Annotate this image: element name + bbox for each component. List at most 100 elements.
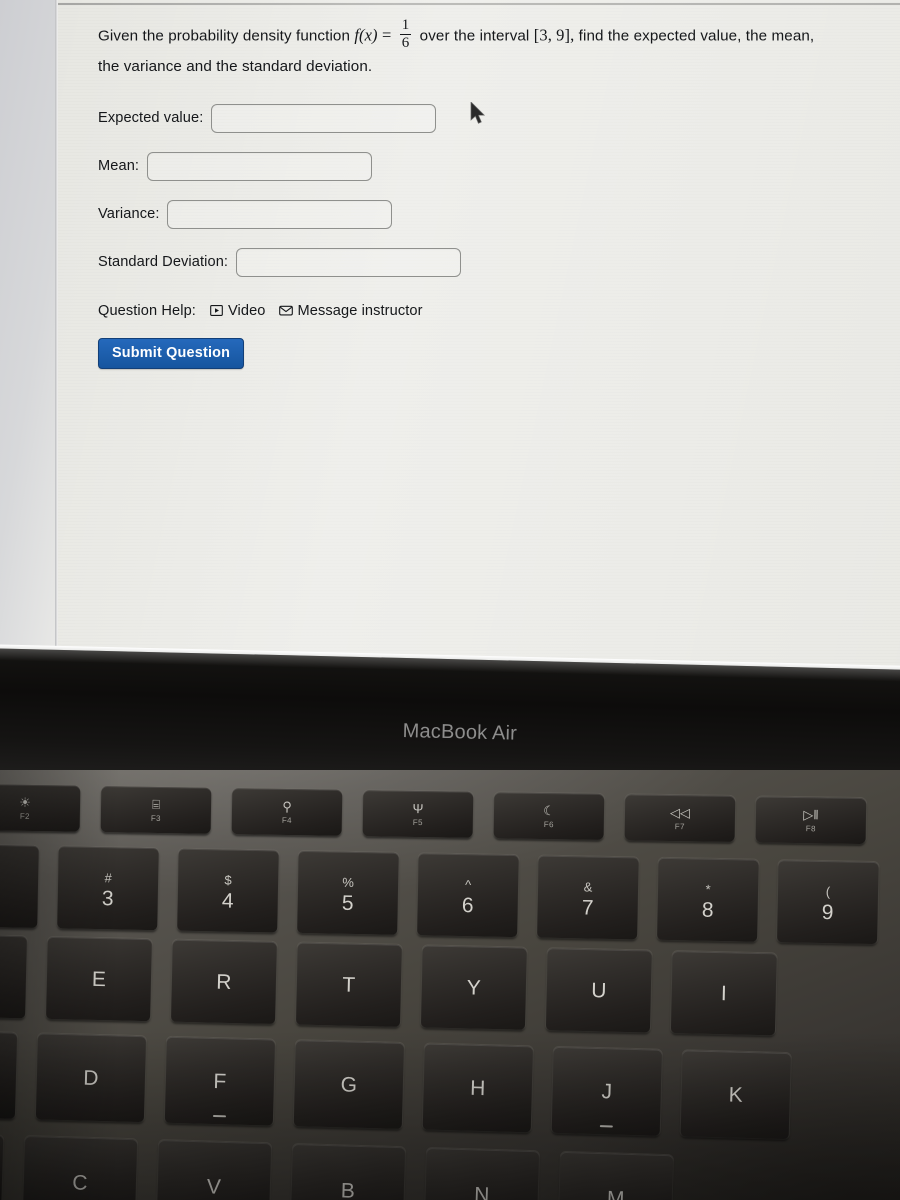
key-shift-glyph: (: [825, 884, 831, 900]
key-fn-label: F2: [19, 811, 30, 821]
do-not-disturb-moon-icon: ☾: [543, 802, 555, 818]
key-main-glyph: 7: [581, 896, 594, 920]
play-pause-icon: ▷‖: [803, 806, 819, 822]
key-s[interactable]: S: [0, 1030, 18, 1119]
laptop-screen: Given the probability density function f…: [0, 0, 900, 672]
key-f4[interactable]: ⚲ F4: [231, 788, 343, 836]
key-main-glyph: 6: [461, 894, 474, 918]
expected-value-label: Expected value:: [98, 110, 204, 127]
key-main-glyph: C: [71, 1170, 88, 1195]
key-main-glyph: H: [469, 1076, 486, 1100]
rewind-icon: ◁◁: [669, 804, 691, 820]
key-8[interactable]: * 8: [657, 857, 759, 942]
question-help-label: Question Help:: [98, 302, 196, 319]
key-main-glyph: J: [601, 1079, 613, 1103]
key-f8[interactable]: ▷‖ F8: [755, 796, 867, 845]
key-x[interactable]: X: [0, 1132, 4, 1200]
dictation-microphone-icon: Ψ: [412, 800, 424, 816]
key-4[interactable]: $4: [177, 848, 279, 933]
key-6[interactable]: ^ 6: [417, 853, 519, 938]
key-fn-label: F7: [674, 821, 685, 831]
key-n[interactable]: N: [424, 1147, 540, 1200]
key-i[interactable]: I: [670, 951, 777, 1036]
key-fn-label: F5: [412, 817, 423, 827]
keyboard-deck: ☀F2⌸F3⚲F4ΨF5☾F6◁◁F7▷‖F8 @2#3$4%5^6&7*8(9…: [0, 770, 900, 1200]
question-text-part-2: over the interval: [419, 27, 530, 45]
key-main-glyph: T: [342, 973, 356, 997]
video-link-label: Video: [227, 302, 266, 319]
keyboard-qwerty-row: WERTYUI: [0, 934, 777, 1036]
laptop-photo: Given the probability density function f…: [0, 0, 900, 1200]
key-u[interactable]: U: [545, 948, 652, 1033]
key-r[interactable]: R: [171, 939, 277, 1025]
key-7[interactable]: & 7: [537, 855, 639, 940]
key-9[interactable]: (9: [777, 860, 879, 945]
field-row-mean: Mean:: [98, 151, 893, 181]
macbook-air-brand-label: MacBook Air: [402, 719, 518, 745]
play-button-icon: [210, 304, 223, 317]
brightness-up-icon: ☀: [19, 794, 32, 810]
message-instructor-link[interactable]: Message instructor: [278, 303, 423, 319]
spotlight-search-icon: ⚲: [282, 798, 292, 814]
key-t[interactable]: T: [295, 942, 402, 1027]
key-fn-label: F4: [281, 815, 292, 825]
key-y[interactable]: Y: [420, 945, 527, 1030]
key-f3[interactable]: ⌸ F3: [100, 786, 212, 834]
keyboard-function-row: ☀ F2 ⌸ F3 ⚲ F4 Ψ F5 ☾ F6 ◁◁ F7 ▷‖ F8: [0, 784, 867, 845]
key-e[interactable]: E: [46, 936, 152, 1022]
key-j[interactable]: J: [551, 1046, 662, 1136]
key-main-glyph: 8: [701, 898, 714, 922]
key-main-glyph: U: [590, 978, 607, 1003]
key-d[interactable]: D: [35, 1033, 147, 1123]
key-fn-label: F8: [805, 823, 816, 833]
question-text-part-1: Given the probability density function: [98, 27, 351, 45]
standard-deviation-input[interactable]: [236, 247, 462, 277]
key-f6[interactable]: ☾ F6: [493, 792, 605, 840]
video-help-link[interactable]: Video: [210, 303, 266, 319]
expected-value-input[interactable]: [211, 103, 437, 133]
key-main-glyph: 4: [221, 889, 234, 913]
webpage-content-area: Given the probability density function f…: [58, 0, 900, 666]
key-homing-bar: [599, 1124, 613, 1128]
key-c[interactable]: C: [22, 1135, 138, 1200]
key-main-glyph: M: [606, 1186, 625, 1200]
submit-question-button[interactable]: Submit Question: [98, 337, 245, 369]
key-shift-glyph: %: [342, 874, 355, 890]
key-shift-glyph: *: [705, 881, 711, 897]
mean-input[interactable]: [147, 151, 373, 181]
submit-row: Submit Question: [98, 319, 893, 369]
key-f5[interactable]: Ψ F5: [362, 790, 474, 838]
envelope-icon: [278, 304, 293, 317]
question-block: Given the probability density function f…: [98, 17, 893, 369]
key-fn-label: F6: [543, 819, 554, 829]
key-f[interactable]: F: [164, 1036, 276, 1126]
key-k[interactable]: K: [680, 1050, 791, 1140]
key-main-glyph: E: [91, 967, 107, 991]
key-3[interactable]: #3: [57, 846, 159, 931]
key-main-glyph: R: [216, 970, 232, 994]
key-g[interactable]: G: [293, 1040, 404, 1129]
key-shift-glyph: &: [583, 879, 593, 895]
key-5[interactable]: % 5: [297, 850, 399, 935]
key-m[interactable]: M: [558, 1151, 673, 1200]
field-row-expected-value: Expected value:: [98, 103, 893, 133]
key-main-glyph: K: [728, 1082, 744, 1107]
key-f7[interactable]: ◁◁ F7: [624, 794, 736, 843]
key-h[interactable]: H: [422, 1043, 533, 1133]
function-notation: f(x): [354, 25, 378, 45]
key-w[interactable]: W: [0, 934, 27, 1019]
key-main-glyph: 9: [821, 900, 834, 925]
key-main-glyph: F: [213, 1069, 227, 1093]
key-2[interactable]: @2: [0, 844, 39, 928]
key-b[interactable]: B: [290, 1143, 406, 1200]
key-v[interactable]: V: [156, 1139, 272, 1200]
field-row-standard-deviation: Standard Deviation:: [98, 247, 893, 277]
key-main-glyph: I: [720, 981, 727, 1005]
variance-label: Variance:: [98, 206, 160, 223]
key-fn-label: F3: [150, 813, 161, 823]
key-f2[interactable]: ☀ F2: [0, 784, 81, 832]
key-main-glyph: B: [340, 1178, 356, 1200]
keyboard-home-row: SD F G H J K: [0, 1030, 791, 1140]
content-top-divider: [58, 3, 900, 5]
variance-input[interactable]: [167, 199, 393, 229]
